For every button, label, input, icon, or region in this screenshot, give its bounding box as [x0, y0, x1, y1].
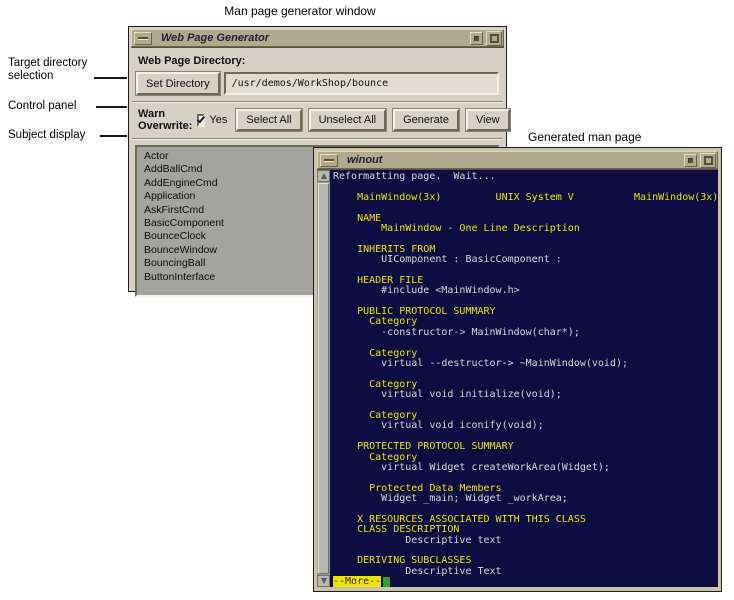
terminal-line: Widget _main; Widget _workArea;: [333, 493, 568, 505]
terminal-line: virtual void initialize(void);: [333, 389, 562, 401]
terminal-line: MainWindow(3x) UNIX System V MainWindow(…: [333, 191, 718, 203]
directory-label: Web Page Directory:: [138, 55, 246, 67]
maximize-button[interactable]: [700, 152, 716, 168]
winout-window: winout Reformatting page. Wait... MainWi…: [313, 147, 722, 592]
terminal-line: Reformatting page. Wait...: [333, 171, 496, 182]
warn-overwrite-option-label: Yes: [209, 114, 228, 126]
scrollbar-thumb[interactable]: [318, 183, 329, 574]
annotation-generated-man-page: Generated man page: [528, 130, 642, 144]
checkmark-icon: [197, 114, 206, 123]
window-menu-icon: [324, 158, 334, 162]
unselect-all-button[interactable]: Unselect All: [308, 109, 387, 131]
arrow-up-icon: [320, 173, 327, 179]
annotation-subject-display: Subject display: [8, 129, 86, 141]
winout-window-title: winout: [347, 154, 383, 166]
directory-field-frame: [223, 72, 499, 95]
directory-row: Set Directory: [136, 72, 499, 95]
terminal-line: Descriptive Text: [333, 565, 502, 577]
page-canvas: Man page generator window Generated man …: [0, 0, 734, 600]
scroll-up-button[interactable]: [317, 170, 330, 182]
winout-titlebar[interactable]: winout: [317, 151, 718, 169]
terminal-line: virtual Widget createWorkArea(Widget);: [333, 461, 610, 473]
terminal-line: #include <MainWindow.h>: [333, 285, 520, 297]
scroll-down-button[interactable]: [317, 575, 330, 587]
terminal-line: virtual void iconify(void);: [333, 420, 544, 432]
callout-line: [96, 106, 127, 108]
minimize-button[interactable]: [470, 31, 483, 45]
terminal-line: UIComponent : BasicComponent :: [333, 254, 562, 266]
callout-line: [94, 77, 127, 79]
minimize-icon: [688, 157, 693, 163]
maximize-button[interactable]: [486, 30, 502, 46]
set-directory-button[interactable]: Set Directory: [136, 72, 220, 95]
terminal-scrollbar[interactable]: [317, 170, 330, 587]
separator: [132, 138, 503, 140]
maximize-icon: [703, 155, 713, 165]
annotation-target-directory: Target directory selection: [8, 57, 88, 82]
terminal-line: MainWindow - One Line Description: [333, 222, 580, 234]
window-menu-icon: [138, 36, 148, 40]
more-indicator: --More--: [333, 576, 382, 587]
callout-line: [100, 135, 127, 137]
select-all-button[interactable]: Select All: [236, 109, 302, 131]
directory-input[interactable]: [225, 78, 497, 89]
warn-overwrite-label: Warn Overwrite:: [138, 108, 193, 132]
generator-window-title: Web Page Generator: [161, 32, 269, 44]
terminal-line: -constructor-> MainWindow(char*);: [333, 326, 580, 338]
annotation-control-panel: Control panel: [8, 100, 77, 112]
annotation-generator-window: Man page generator window: [224, 4, 376, 18]
separator: [132, 101, 503, 103]
minimize-button[interactable]: [684, 153, 697, 167]
view-button[interactable]: View: [465, 109, 510, 131]
more-line: --More--: [333, 576, 718, 587]
terminal-output: Reformatting page. Wait... MainWindow(3x…: [330, 170, 718, 587]
arrow-down-icon: [320, 578, 327, 584]
window-menu-button[interactable]: [320, 153, 338, 167]
winout-body: Reformatting page. Wait... MainWindow(3x…: [317, 169, 718, 587]
maximize-icon: [489, 33, 499, 43]
terminal-line: Descriptive text: [333, 534, 502, 546]
minimize-icon: [474, 35, 479, 41]
generator-titlebar[interactable]: Web Page Generator: [131, 29, 504, 47]
control-panel: Warn Overwrite: Yes Select All Unselect …: [138, 108, 510, 132]
terminal-cursor: [383, 577, 391, 587]
warn-overwrite-checkbox[interactable]: [197, 113, 206, 127]
window-menu-button[interactable]: [134, 31, 152, 45]
terminal-line: virtual --destructor-> ~MainWindow(void)…: [333, 358, 629, 370]
generate-button[interactable]: Generate: [393, 109, 459, 131]
